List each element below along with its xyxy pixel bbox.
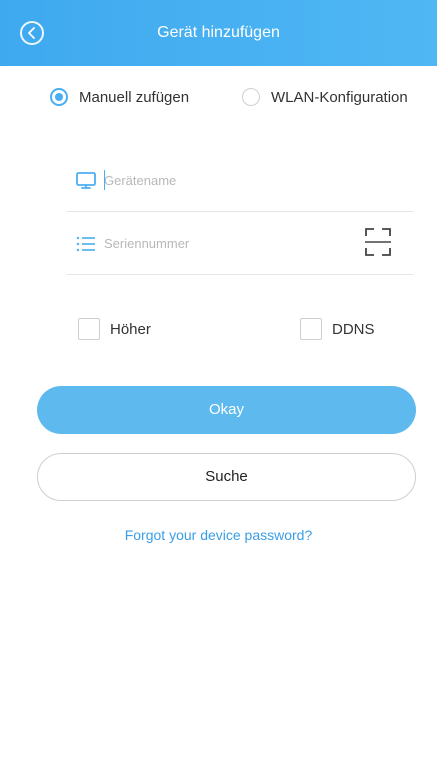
mode-selector: Manuell zufügen WLAN-Konfiguration [0, 88, 437, 114]
qr-scan-icon[interactable] [365, 227, 391, 262]
search-button[interactable]: Suche [37, 453, 416, 501]
page-title: Gerät hinzufügen [157, 24, 280, 41]
monitor-icon [75, 170, 97, 197]
checkbox-box[interactable] [300, 318, 322, 340]
checkbox-box[interactable] [78, 318, 100, 340]
radio-unchecked-icon[interactable] [242, 88, 260, 106]
list-icon [75, 233, 97, 260]
device-name-field[interactable] [67, 150, 413, 212]
app-header: Gerät hinzufügen [0, 0, 437, 66]
checkbox-advanced-label[interactable]: Höher [110, 321, 151, 338]
serial-number-field[interactable] [67, 213, 413, 275]
radio-wlan[interactable]: WLAN-Konfiguration [242, 88, 408, 106]
okay-button[interactable]: Okay [37, 386, 416, 434]
checkbox-ddns-label[interactable]: DDNS [332, 321, 375, 338]
options-row: Höher DDNS [0, 318, 437, 344]
checkbox-ddns[interactable]: DDNS [300, 318, 375, 340]
text-cursor [104, 170, 105, 190]
serial-number-input[interactable] [104, 231, 354, 255]
radio-manual-label[interactable]: Manuell zufügen [79, 89, 189, 106]
radio-checked-icon[interactable] [50, 88, 68, 106]
device-name-input[interactable] [104, 168, 354, 192]
radio-wlan-label[interactable]: WLAN-Konfiguration [271, 89, 408, 106]
forgot-password-link[interactable]: Forgot your device password? [0, 527, 437, 543]
radio-manual[interactable]: Manuell zufügen [50, 88, 189, 106]
checkbox-advanced[interactable]: Höher [78, 318, 151, 340]
